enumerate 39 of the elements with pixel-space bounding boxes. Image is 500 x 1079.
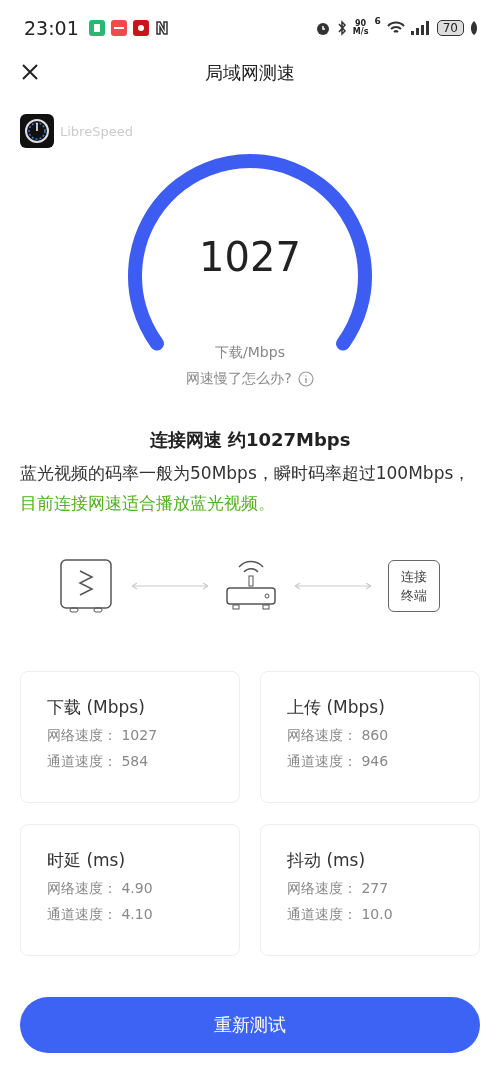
info-icon	[297, 371, 314, 387]
card-title: 抖动 (ms)	[287, 848, 367, 872]
double-arrow-icon	[292, 582, 373, 590]
app-icon	[132, 20, 149, 36]
signal-icon	[410, 21, 431, 35]
terminal-node: 连接终端	[388, 560, 440, 612]
stat-row-text: 通道速度： 4.10	[47, 905, 154, 924]
stat-row-text: 网络速度： 4.90	[47, 879, 154, 898]
server-icon	[60, 559, 114, 613]
router-icon	[225, 559, 277, 613]
app-icon	[88, 20, 105, 36]
double-arrow-icon	[129, 582, 210, 590]
speedometer-icon	[20, 114, 54, 148]
stat-row-text: 通道速度： 584	[47, 753, 150, 771]
result-title: 连接网速 约1027Mbps	[148, 428, 352, 452]
stat-row-text: 通道速度： 10.0	[287, 905, 394, 924]
card-title: 时延 (ms)	[47, 848, 127, 872]
retest-button[interactable]: 重新测试	[20, 997, 480, 1053]
stat-row-text: 网络速度： 277	[287, 879, 390, 898]
bluetooth-icon	[336, 20, 347, 36]
card-title: 上传 (Mbps)	[287, 696, 386, 719]
network-speed: 90 M/s	[352, 20, 369, 36]
alarm-icon	[314, 20, 331, 36]
card-title: 下载 (Mbps)	[47, 696, 146, 719]
stat-row-text: 网络速度： 860	[287, 727, 390, 745]
leaf-icon	[470, 21, 478, 35]
status-time: 23:01	[24, 17, 79, 39]
nfc-icon	[154, 20, 169, 36]
page-title: 局域网测速	[205, 61, 295, 85]
app-icon	[110, 20, 127, 36]
help-link[interactable]: 网速慢了怎么办?	[186, 370, 292, 388]
result-description: 蓝光视频的码率一般为50Mbps，瞬时码率超过100Mbps， 目前连接网速适合播放蓝光视频。	[20, 462, 472, 515]
stat-row-text: 通道速度： 946	[287, 753, 390, 771]
wifi-icon	[386, 21, 405, 35]
speed-unit: 下载/Mbps	[214, 344, 286, 362]
wifi-band-label: 6	[374, 16, 381, 26]
battery-level: 70	[436, 20, 464, 36]
stat-row-text: 网络速度： 1027	[47, 727, 159, 745]
speed-value: 1027	[198, 234, 302, 280]
